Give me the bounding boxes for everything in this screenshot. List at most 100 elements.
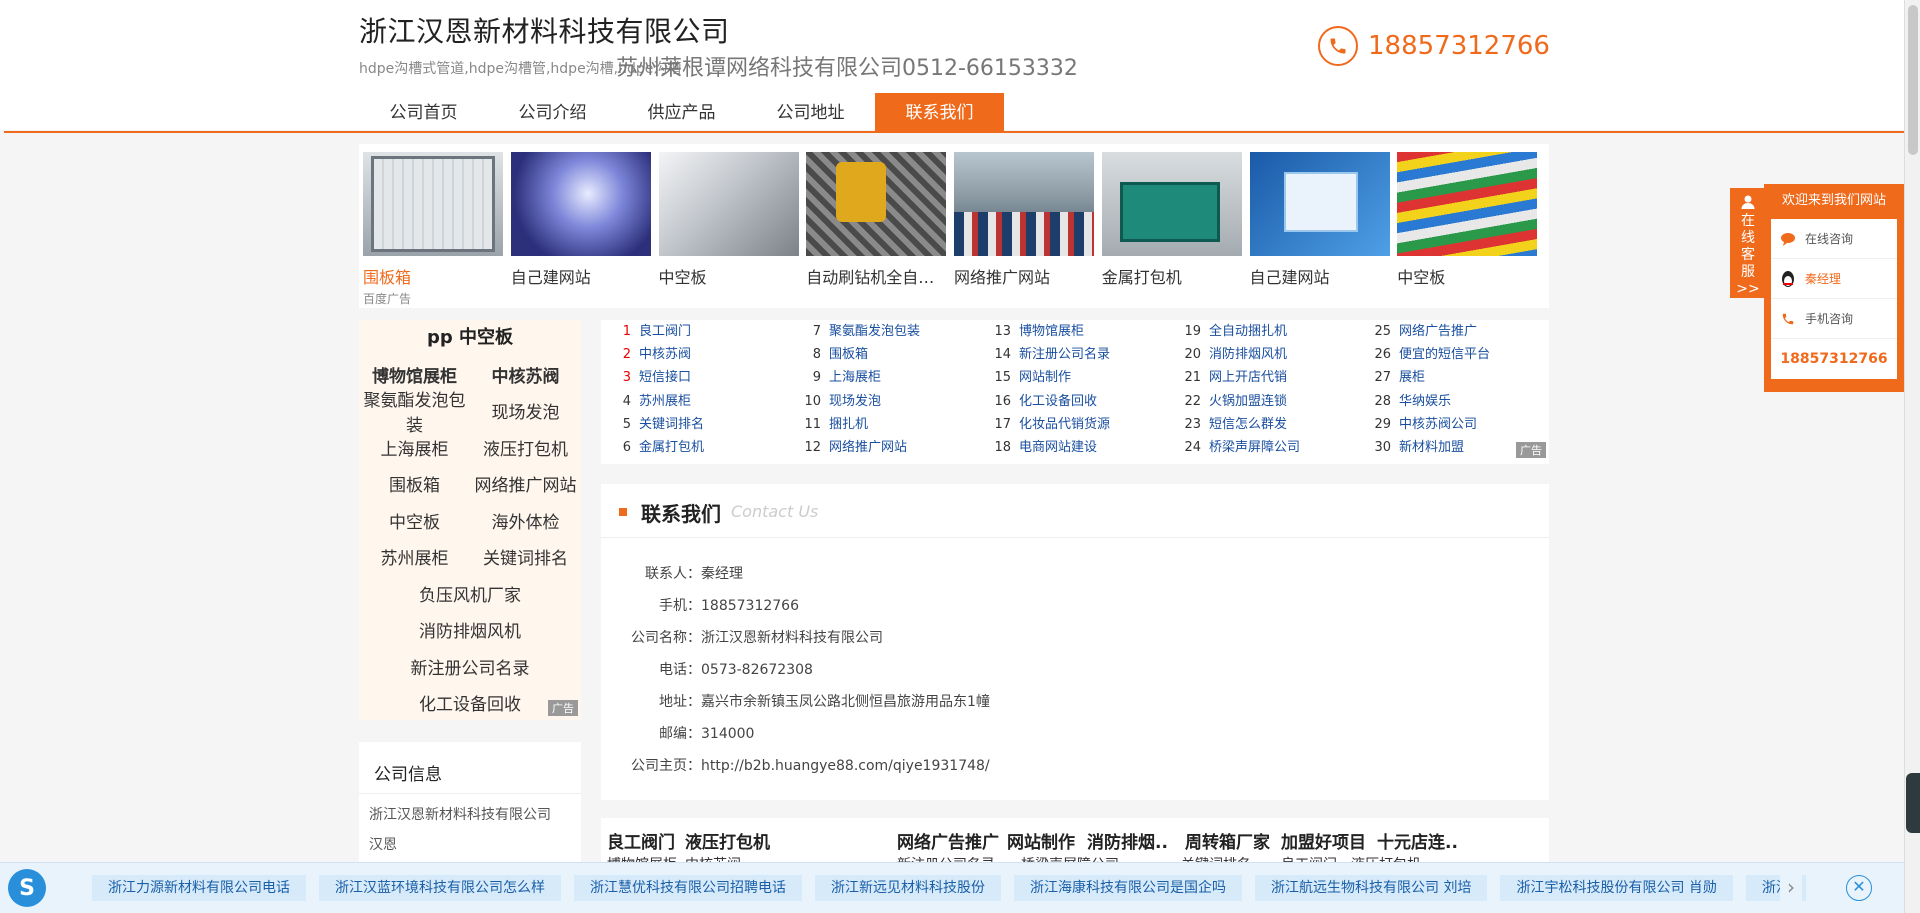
banner-item[interactable]: 自动刷钻机全自动...	[806, 152, 954, 300]
keyword-link[interactable]: 火锅加盟连锁	[1209, 394, 1287, 409]
keyword-link[interactable]: 网络广告推广	[1399, 324, 1477, 339]
keyword-link[interactable]: 网上开店代销	[1209, 370, 1287, 385]
bottom-bar-link[interactable]: 浙江力源新材料有限公司电话	[92, 875, 306, 901]
banner-item[interactable]: 自己建网站	[510, 152, 659, 300]
banner-caption[interactable]: 围板箱	[363, 264, 503, 288]
keyword-link[interactable]: 中核苏阀公司	[1399, 417, 1477, 432]
keyword-link[interactable]: 围板箱	[829, 347, 868, 362]
side-widget-handle[interactable]	[1906, 773, 1920, 833]
banner-image[interactable]	[1249, 152, 1390, 256]
nav-home[interactable]: 公司首页	[359, 93, 488, 133]
keyword-link[interactable]: 网络推广网站	[829, 440, 907, 455]
keyword-link[interactable]: 捆扎机	[829, 417, 868, 432]
bottom-bar-link[interactable]: 浙江汉蓝环境科技有限公司怎么样	[319, 875, 561, 901]
keyword-link[interactable]: 聚氨酯发泡包装	[829, 324, 920, 339]
tag-link[interactable]: 中空板	[359, 508, 470, 533]
company-name[interactable]: 浙江汉恩新材料科技有限公司	[359, 10, 730, 50]
banner-item[interactable]: 自己建网站	[1249, 152, 1398, 300]
bottom-keyword-link[interactable]: 良工阀门	[607, 828, 675, 853]
nav-about[interactable]: 公司介绍	[488, 93, 617, 133]
bottom-keyword-link[interactable]: 十元店连..	[1377, 828, 1458, 853]
banner-item[interactable]: 中空板	[658, 152, 807, 300]
keyword-link[interactable]: 展柜	[1399, 370, 1425, 385]
tag-link[interactable]: 博物馆展柜	[359, 362, 470, 387]
keyword-link[interactable]: 新注册公司名录	[1019, 347, 1110, 362]
sogou-logo-icon[interactable]: S	[8, 869, 46, 907]
banner-caption[interactable]: 自己建网站	[1250, 264, 1390, 288]
chevron-right-icon[interactable]: ›	[1780, 875, 1802, 901]
keyword-link[interactable]: 短信怎么群发	[1209, 417, 1287, 432]
bottom-keyword-link[interactable]: 消防排烟..	[1087, 828, 1168, 853]
nav-address[interactable]: 公司地址	[746, 93, 875, 133]
tag-link[interactable]: 围板箱	[359, 471, 470, 496]
banner-caption[interactable]: 自己建网站	[511, 264, 651, 288]
tag-panel-title[interactable]: pp 中空板	[359, 320, 581, 356]
bottom-keyword-link[interactable]: 周转箱厂家	[1185, 828, 1270, 853]
keyword-link[interactable]: 苏州展柜	[639, 394, 691, 409]
contact-homepage-link[interactable]: http://b2b.huangye88.com/qiye1931748/	[701, 750, 990, 782]
keyword-link[interactable]: 博物馆展柜	[1019, 324, 1084, 339]
keyword-link[interactable]: 消防排烟风机	[1209, 347, 1287, 362]
keyword-link[interactable]: 短信接口	[639, 370, 691, 385]
nav-products[interactable]: 供应产品	[617, 93, 746, 133]
close-icon[interactable]: ✕	[1846, 875, 1872, 901]
banner-image[interactable]	[1397, 152, 1538, 256]
keyword-link[interactable]: 便宜的短信平台	[1399, 347, 1490, 362]
banner-image[interactable]	[954, 152, 1094, 256]
tag-link[interactable]: 苏州展柜	[359, 544, 470, 569]
tag-link[interactable]: 网络推广网站	[470, 471, 581, 496]
customer-service-tab[interactable]: 在线客服 >>	[1730, 188, 1766, 298]
keyword-link[interactable]: 化妆品代销货源	[1019, 417, 1110, 432]
bottom-bar-link[interactable]: 浙江航远生物科技有限公司 刘培	[1255, 875, 1488, 901]
banner-item[interactable]: 中空板	[1397, 152, 1545, 300]
banner-caption[interactable]: 自动刷钻机全自动...	[806, 264, 946, 288]
banner-item[interactable]: 围板箱 百度广告	[363, 152, 511, 306]
bottom-bar-link[interactable]: 浙江新远见材料科技股份	[815, 875, 1001, 901]
qq-contact-button[interactable]: 秦经理	[1771, 259, 1897, 299]
tag-link[interactable]: 新注册公司名录	[359, 654, 581, 679]
tag-link[interactable]: 关键词排名	[470, 544, 581, 569]
banner-image[interactable]	[658, 152, 799, 256]
banner-caption[interactable]: 金属打包机	[1102, 264, 1242, 288]
keyword-link[interactable]: 华纳娱乐	[1399, 394, 1451, 409]
keyword-link[interactable]: 关键词排名	[639, 417, 704, 432]
keyword-link[interactable]: 新材料加盟	[1399, 440, 1464, 455]
keyword-link[interactable]: 现场发泡	[829, 394, 881, 409]
keyword-link[interactable]: 化工设备回收	[1019, 394, 1097, 409]
tag-link[interactable]: 聚氨酯发泡包装	[359, 386, 470, 436]
keyword-link[interactable]: 电商网站建设	[1019, 440, 1097, 455]
bottom-keyword-link[interactable]: 网站制作	[1007, 828, 1075, 853]
keyword-link[interactable]: 金属打包机	[639, 440, 704, 455]
keyword-link[interactable]: 桥梁声屏障公司	[1209, 440, 1300, 455]
banner-caption[interactable]: 网络推广网站	[954, 264, 1094, 288]
banner-image[interactable]	[363, 152, 503, 256]
tag-link[interactable]: 海外体检	[470, 508, 581, 533]
mobile-consult-button[interactable]: 手机咨询	[1771, 299, 1897, 339]
bottom-keyword-link[interactable]: 网络广告推广	[897, 828, 999, 853]
banner-caption[interactable]: 中空板	[1397, 264, 1537, 288]
banner-caption[interactable]: 中空板	[659, 264, 799, 288]
bottom-bar-link[interactable]: 浙江海康科技有限公司是国企吗	[1014, 875, 1242, 901]
online-consult-button[interactable]: 在线咨询	[1771, 219, 1897, 259]
tag-link[interactable]: 消防排烟风机	[359, 617, 581, 642]
keyword-link[interactable]: 上海展柜	[829, 370, 881, 385]
bottom-bar-link[interactable]: 浙江宇松科技股份有限公司 肖勋	[1500, 875, 1733, 901]
bottom-bar-link[interactable]: 浙江慧优科技有限公司招聘电话	[574, 875, 802, 901]
banner-image[interactable]	[1101, 152, 1242, 256]
bottom-keyword-link[interactable]: 加盟好项目	[1281, 828, 1366, 853]
tag-link[interactable]: 现场发泡	[470, 398, 581, 423]
banner-item[interactable]: 网络推广网站	[954, 152, 1102, 300]
tag-link[interactable]: 液压打包机	[470, 435, 581, 460]
banner-image[interactable]	[806, 152, 947, 256]
tag-link[interactable]: 中核苏阀	[470, 362, 581, 387]
banner-image[interactable]	[510, 152, 651, 256]
keyword-link[interactable]: 中核苏阀	[639, 347, 691, 362]
nav-contact[interactable]: 联系我们	[875, 93, 1004, 133]
scrollbar-thumb[interactable]	[1908, 5, 1918, 155]
tag-link[interactable]: 上海展柜	[359, 435, 470, 460]
bottom-keyword-link[interactable]: 液压打包机	[685, 828, 770, 853]
keyword-link[interactable]: 全自动捆扎机	[1209, 324, 1287, 339]
banner-item[interactable]: 金属打包机	[1101, 152, 1250, 300]
service-phone-number[interactable]: 18857312766	[1771, 339, 1897, 379]
keyword-link[interactable]: 良工阀门	[639, 324, 691, 339]
